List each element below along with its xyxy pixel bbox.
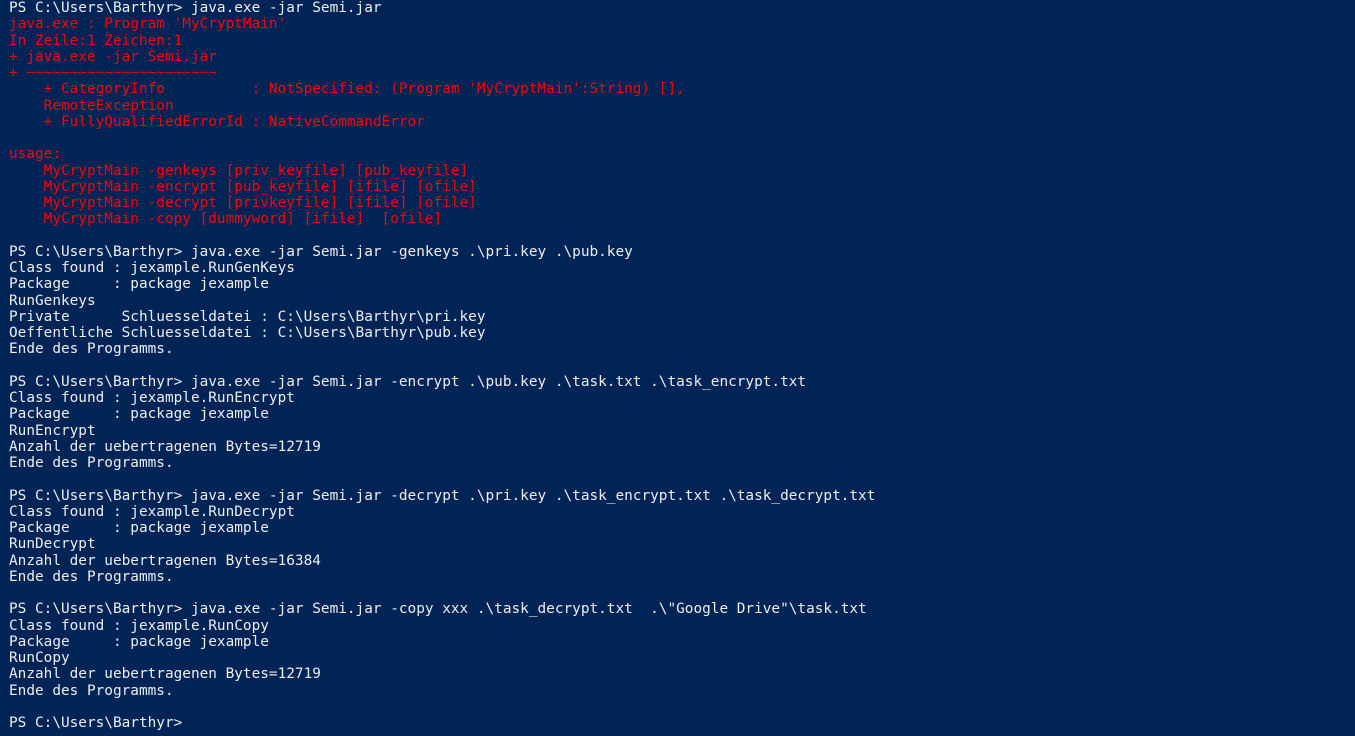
console-output-line: Class found : jexample.RunCopy — [9, 617, 269, 634]
console-output-line: Package : package jexample — [9, 520, 269, 536]
error-output-line: MyCryptMain -decrypt [privkeyfile] [ifil… — [9, 195, 477, 211]
console-output-line: RunDecrypt — [9, 536, 96, 553]
console-output-line: Package : package jexample — [9, 406, 269, 423]
error-output-line: java.exe : Program 'MyCryptMain' — [9, 16, 287, 33]
console-output-line: Class found : jexample.RunEncrypt — [9, 390, 295, 406]
console-output-line: RunGenkeys — [9, 292, 96, 309]
powershell-console[interactable]: PS C:\Users\Barthyr> java.exe -jar Semi.… — [0, 0, 1355, 736]
console-output-line: Ende des Programms. — [9, 682, 174, 699]
error-output-line: + ~~~~~~~~~~~~~~~~~~~~~~ — [9, 65, 217, 81]
console-output-line: Ende des Programms. — [9, 568, 174, 585]
console-output-line: RunEncrypt — [9, 422, 96, 439]
console-output-line: Anzahl der uebertragenen Bytes=12719 — [9, 666, 321, 683]
error-output-line: + FullyQualifiedErrorId : NativeCommandE… — [9, 113, 425, 130]
error-output-line: + CategoryInfo : NotSpecified: (Program … — [9, 81, 685, 98]
error-output-line: MyCryptMain -encrypt [pub_keyfile] [ifil… — [9, 178, 477, 195]
console-output-line: Class found : jexample.RunGenKeys — [9, 260, 295, 276]
console-output-line: Package : package jexample — [9, 633, 269, 650]
prompt-command-line: PS C:\Users\Barthyr> java.exe -jar Semi.… — [9, 0, 382, 16]
error-output-line: MyCryptMain -genkeys [priv_keyfile] [pub… — [9, 162, 469, 179]
console-output-line: Ende des Programms. — [9, 455, 174, 471]
console-output-line: Ende des Programms. — [9, 341, 174, 358]
console-output-line: Private Schluesseldatei : C:\Users\Barth… — [9, 308, 486, 325]
error-output-line: MyCryptMain -copy [dummyword] [ifile] [o… — [9, 211, 443, 228]
console-output-line: Anzahl der uebertragenen Bytes=12719 — [9, 438, 321, 455]
error-output-line: In Zeile:1 Zeichen:1 — [9, 32, 183, 49]
error-output-line: usage: — [9, 146, 61, 163]
prompt-command-line: PS C:\Users\Barthyr> java.exe -jar Semi.… — [9, 487, 876, 504]
console-output-line: Oeffentliche Schluesseldatei : C:\Users\… — [9, 325, 486, 341]
prompt-command-line: PS C:\Users\Barthyr> java.exe -jar Semi.… — [9, 601, 867, 618]
prompt-command-line: PS C:\Users\Barthyr> java.exe -jar Semi.… — [9, 373, 807, 390]
prompt-command-line[interactable]: PS C:\Users\Barthyr> — [9, 715, 1355, 731]
error-output-line: RemoteException — [9, 97, 174, 114]
console-output-line: Class found : jexample.RunDecrypt — [9, 503, 295, 520]
prompt-command-line: PS C:\Users\Barthyr> java.exe -jar Semi.… — [9, 243, 633, 260]
console-output-line: Anzahl der uebertragenen Bytes=16384 — [9, 552, 321, 569]
error-output-line: + java.exe -jar Semi.jar — [9, 48, 217, 65]
console-output-line: Package : package jexample — [9, 276, 269, 293]
console-output-line: RunCopy — [9, 650, 70, 666]
